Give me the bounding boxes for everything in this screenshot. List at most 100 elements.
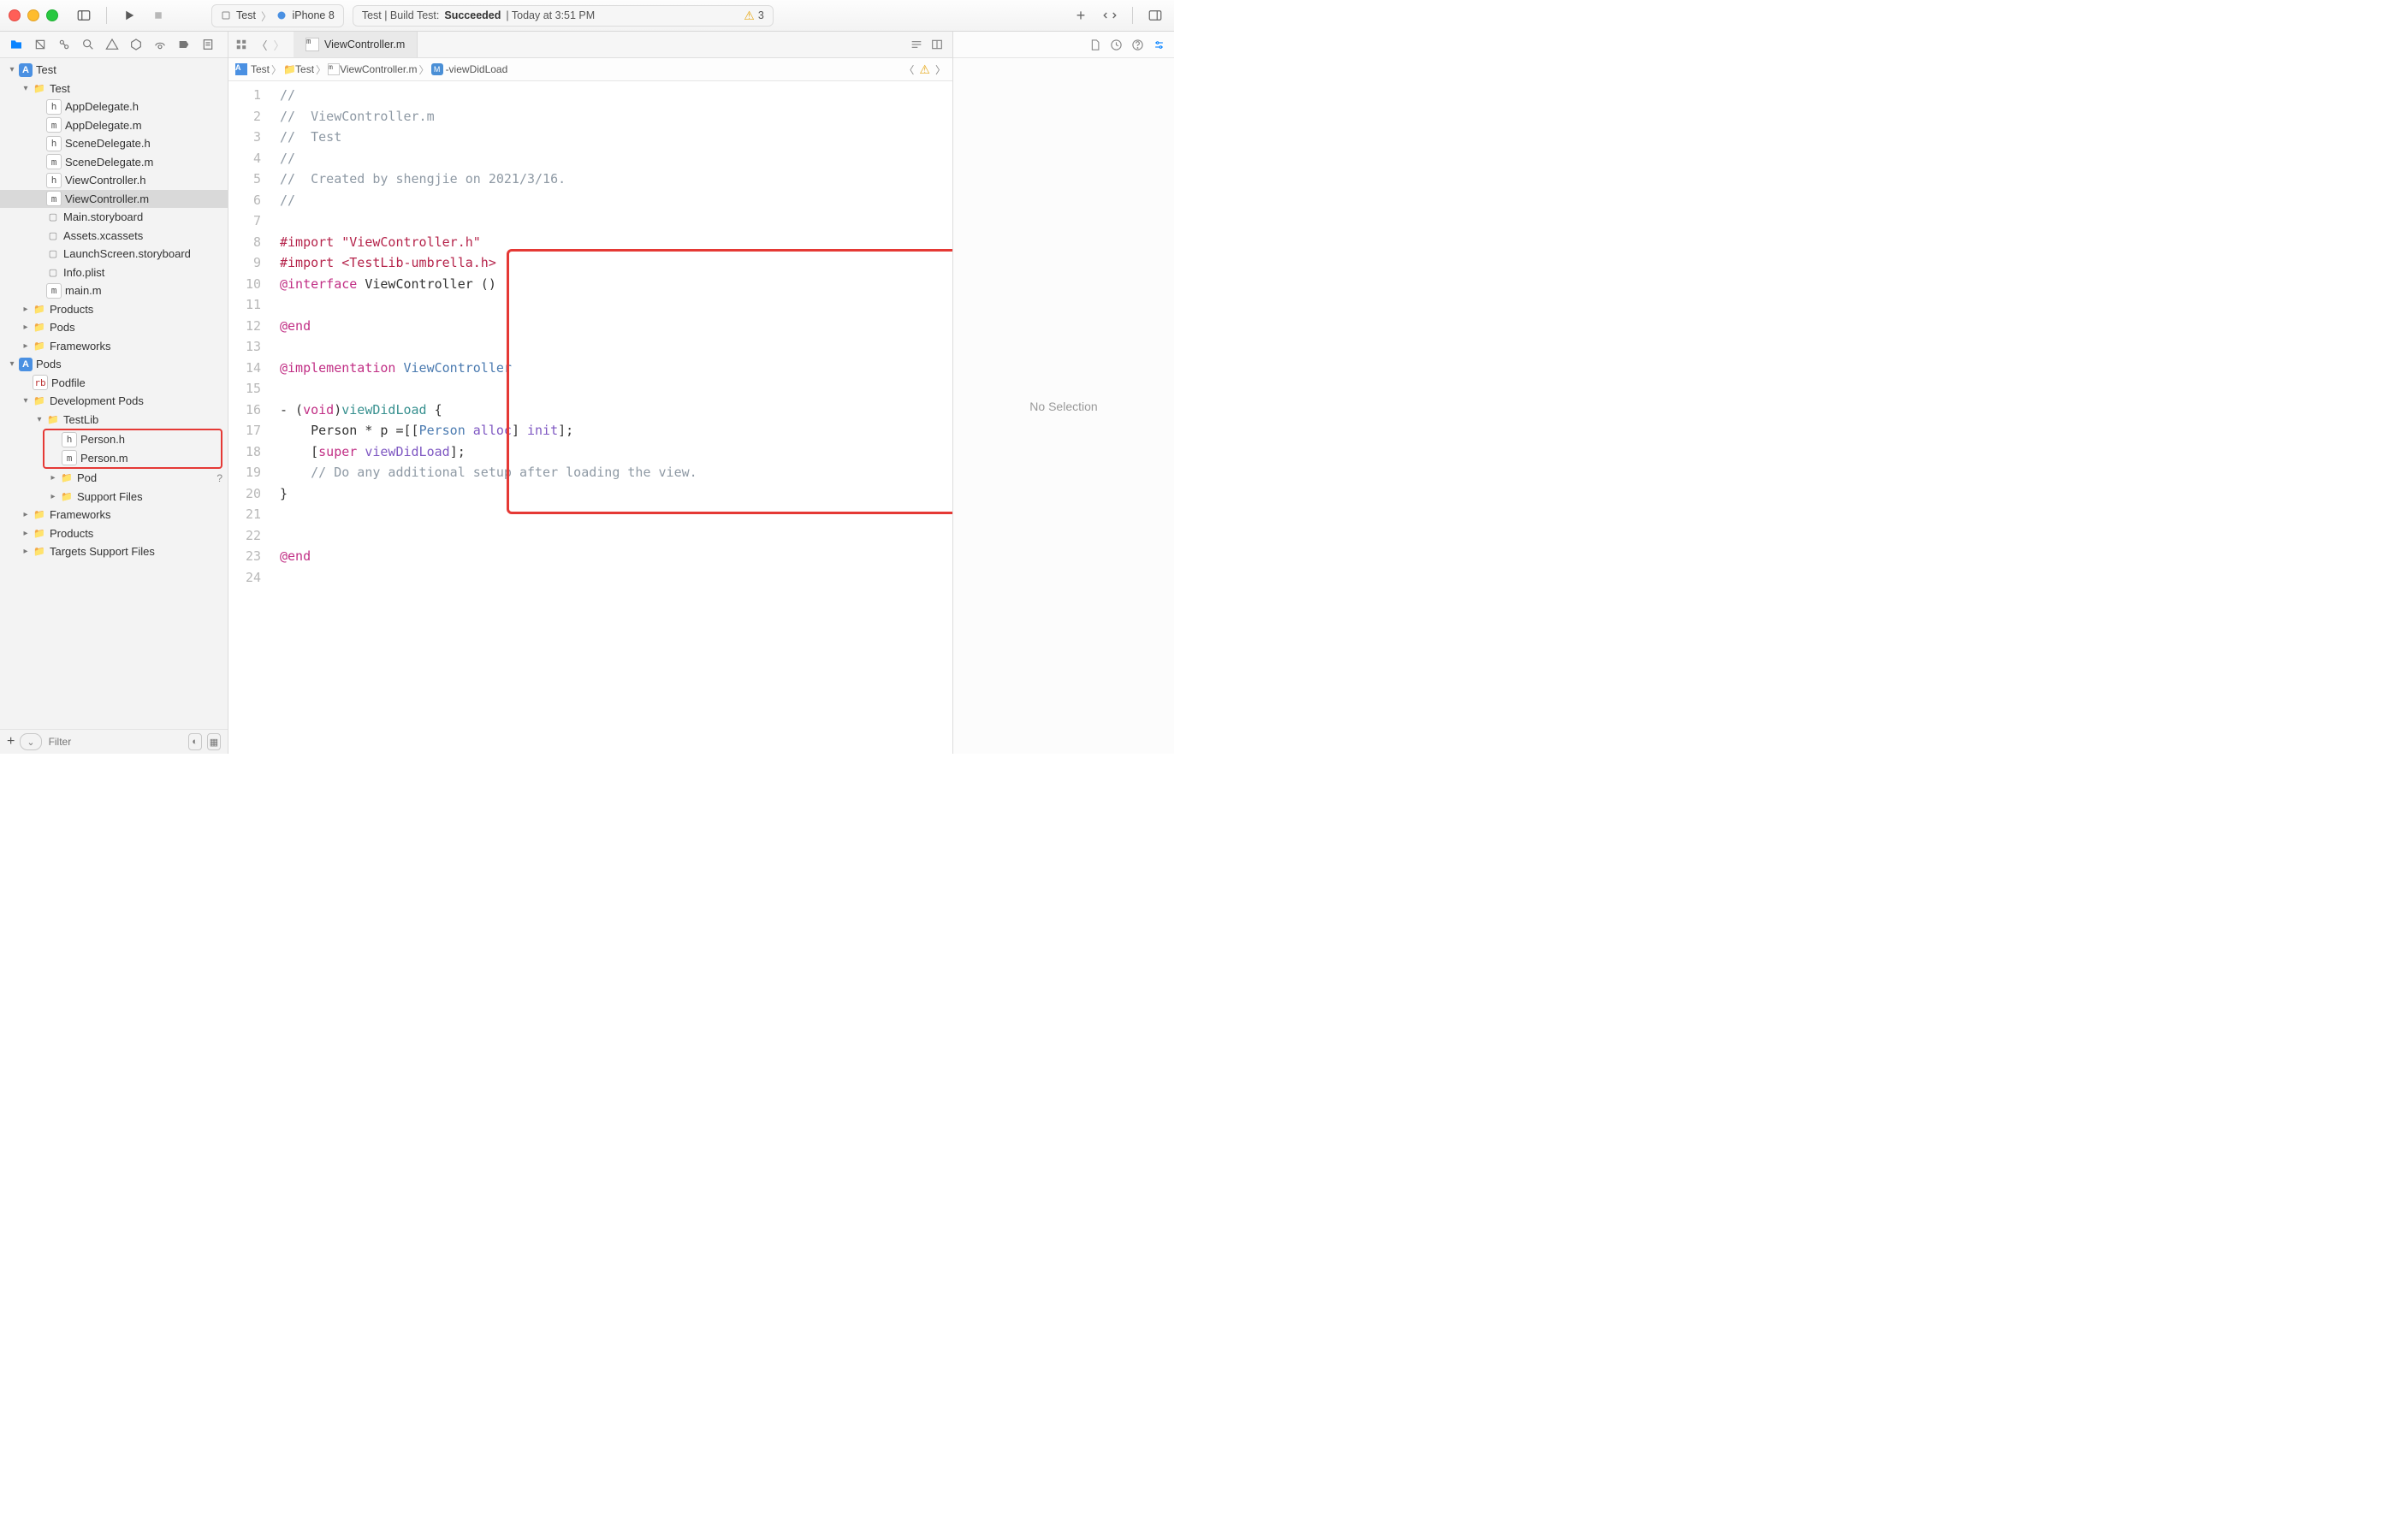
scheme-selector[interactable]: Test 〉 iPhone 8 — [211, 4, 344, 27]
adjust-editor-icon[interactable] — [930, 38, 944, 51]
code-review-icon[interactable] — [1100, 6, 1120, 25]
impl-file-icon: m — [46, 191, 62, 206]
navigator-selector-bar — [0, 32, 228, 58]
folder-icon: 📁 — [33, 339, 46, 352]
folder-icon: 📁 — [33, 302, 46, 316]
symbol-navigator-icon[interactable] — [55, 35, 74, 54]
code-editor[interactable]: 123456789101112131415161718192021222324 … — [228, 81, 952, 754]
project-pods[interactable]: ▾APods — [0, 355, 228, 374]
issue-navigator-icon[interactable] — [103, 35, 122, 54]
titlebar: Test 〉 iPhone 8 Test | Build Test: Succe… — [0, 0, 1174, 32]
tab-viewcontroller[interactable]: m ViewController.m — [294, 32, 418, 57]
scm-filter-button[interactable]: ▦ — [207, 733, 221, 750]
nav-back-button[interactable]: 〈 — [254, 37, 270, 53]
filter-input[interactable] — [47, 735, 183, 749]
annotation-highlight-box: hPerson.h mPerson.m — [43, 429, 222, 469]
file-appdelegate-h[interactable]: hAppDelegate.h — [0, 98, 228, 116]
folder-icon: 📁 — [33, 545, 46, 559]
file-assets[interactable]: ▢Assets.xcassets — [0, 227, 228, 246]
filter-scope-button[interactable]: ⌄ — [20, 733, 41, 750]
folder-icon: 📁 — [46, 412, 60, 426]
minimize-window[interactable] — [27, 9, 39, 21]
file-viewcontroller-h[interactable]: hViewController.h — [0, 171, 228, 190]
header-file-icon: h — [46, 136, 62, 151]
impl-file-icon: m — [46, 154, 62, 169]
folder-icon: 📁 — [33, 508, 46, 522]
group-pods-ref[interactable]: ▸📁Pods — [0, 318, 228, 337]
inspector-settings-icon[interactable] — [1153, 38, 1165, 51]
group-pod[interactable]: ▸📁Pod? — [0, 469, 228, 488]
file-scenedelegate-h[interactable]: hSceneDelegate.h — [0, 134, 228, 153]
activity-status[interactable]: Test | Build Test: Succeeded | Today at … — [353, 5, 774, 27]
zoom-window[interactable] — [46, 9, 58, 21]
group-support-files[interactable]: ▸📁Support Files — [0, 488, 228, 506]
xcode-project-icon: A — [19, 63, 33, 77]
status-warning-count[interactable]: ⚠︎ 3 — [744, 9, 764, 23]
report-navigator-icon[interactable] — [199, 35, 217, 54]
file-scenedelegate-m[interactable]: mSceneDelegate.m — [0, 153, 228, 172]
source-control-navigator-icon[interactable] — [31, 35, 50, 54]
related-items-icon[interactable] — [228, 38, 247, 50]
no-selection-label: No Selection — [1029, 400, 1097, 413]
file-info-plist[interactable]: ▢Info.plist — [0, 264, 228, 282]
group-testlib[interactable]: ▾📁TestLib — [0, 411, 228, 429]
close-window[interactable] — [9, 9, 21, 21]
recent-filter-button[interactable]: ◐ — [188, 733, 202, 750]
file-person-m[interactable]: mPerson.m — [44, 449, 221, 468]
breakpoint-navigator-icon[interactable] — [175, 35, 193, 54]
add-file-button[interactable]: + — [7, 734, 15, 749]
storyboard-icon: ▢ — [46, 247, 60, 261]
group-frameworks[interactable]: ▸📁Frameworks — [0, 337, 228, 356]
header-file-icon: h — [46, 173, 62, 188]
file-viewcontroller-m[interactable]: mViewController.m — [0, 190, 228, 209]
project-root[interactable]: ▾ATest — [0, 61, 228, 80]
stop-button[interactable] — [148, 6, 169, 25]
scheme-project: Test — [236, 9, 256, 21]
file-inspector-icon[interactable] — [1088, 38, 1101, 51]
sidebar-toggle-icon[interactable] — [74, 6, 94, 25]
jump-prev-icon[interactable]: 〈 — [904, 62, 914, 77]
group-targets-support[interactable]: ▸📁Targets Support Files — [0, 542, 228, 561]
editor-options-icon[interactable] — [910, 38, 923, 51]
file-tree[interactable]: ▾ATest ▾📁Test hAppDelegate.h mAppDelegat… — [0, 58, 228, 729]
group-test[interactable]: ▾📁Test — [0, 80, 228, 98]
impl-file-icon: m — [328, 63, 340, 75]
code-lines[interactable]: // // ViewController.m // Test // // Cre… — [280, 85, 952, 588]
warning-icon: ⚠︎ — [919, 62, 930, 77]
group-dev-pods[interactable]: ▾📁Development Pods — [0, 392, 228, 411]
file-main-m[interactable]: mmain.m — [0, 281, 228, 300]
inspector-selector-bar — [953, 32, 1174, 58]
status-suffix: | Today at 3:51 PM — [506, 9, 595, 21]
project-navigator-icon[interactable] — [7, 35, 26, 54]
find-navigator-icon[interactable] — [79, 35, 98, 54]
folder-icon: 📁 — [60, 471, 74, 485]
group-products-2[interactable]: ▸📁Products — [0, 524, 228, 543]
file-appdelegate-m[interactable]: mAppDelegate.m — [0, 116, 228, 135]
nav-forward-button[interactable]: 〉 — [271, 37, 287, 53]
library-icon[interactable] — [1145, 6, 1165, 25]
file-podfile[interactable]: rbPodfile — [0, 374, 228, 393]
file-main-storyboard[interactable]: ▢Main.storyboard — [0, 208, 228, 227]
storyboard-icon: ▢ — [46, 210, 60, 224]
group-products[interactable]: ▸📁Products — [0, 300, 228, 319]
debug-navigator-icon[interactable] — [151, 35, 169, 54]
tab-bar: 〈 〉 m ViewController.m — [228, 32, 952, 58]
jump-next-icon[interactable]: 〉 — [935, 62, 946, 77]
history-inspector-icon[interactable] — [1110, 38, 1123, 51]
run-button[interactable] — [119, 6, 139, 25]
add-tab-button[interactable]: + — [1070, 6, 1091, 25]
status-prefix: Test | Build Test: — [362, 9, 440, 21]
help-inspector-icon[interactable] — [1131, 38, 1144, 51]
file-launch-storyboard[interactable]: ▢LaunchScreen.storyboard — [0, 245, 228, 264]
impl-file-icon: m — [46, 283, 62, 299]
test-navigator-icon[interactable] — [127, 35, 145, 54]
warning-icon: ⚠︎ — [744, 9, 755, 23]
navigator-filter-bar: + ⌄ ◐ ▦ — [0, 729, 228, 754]
group-frameworks-2[interactable]: ▸📁Frameworks — [0, 506, 228, 524]
jump-bar[interactable]: A Test〉 📁 Test〉 m ViewController.m〉 M -v… — [228, 58, 952, 81]
window-controls — [9, 9, 58, 21]
impl-file-icon: m — [62, 450, 77, 465]
file-person-h[interactable]: hPerson.h — [44, 430, 221, 449]
ruby-file-icon: rb — [33, 375, 48, 390]
folder-icon: 📁 — [33, 81, 46, 95]
